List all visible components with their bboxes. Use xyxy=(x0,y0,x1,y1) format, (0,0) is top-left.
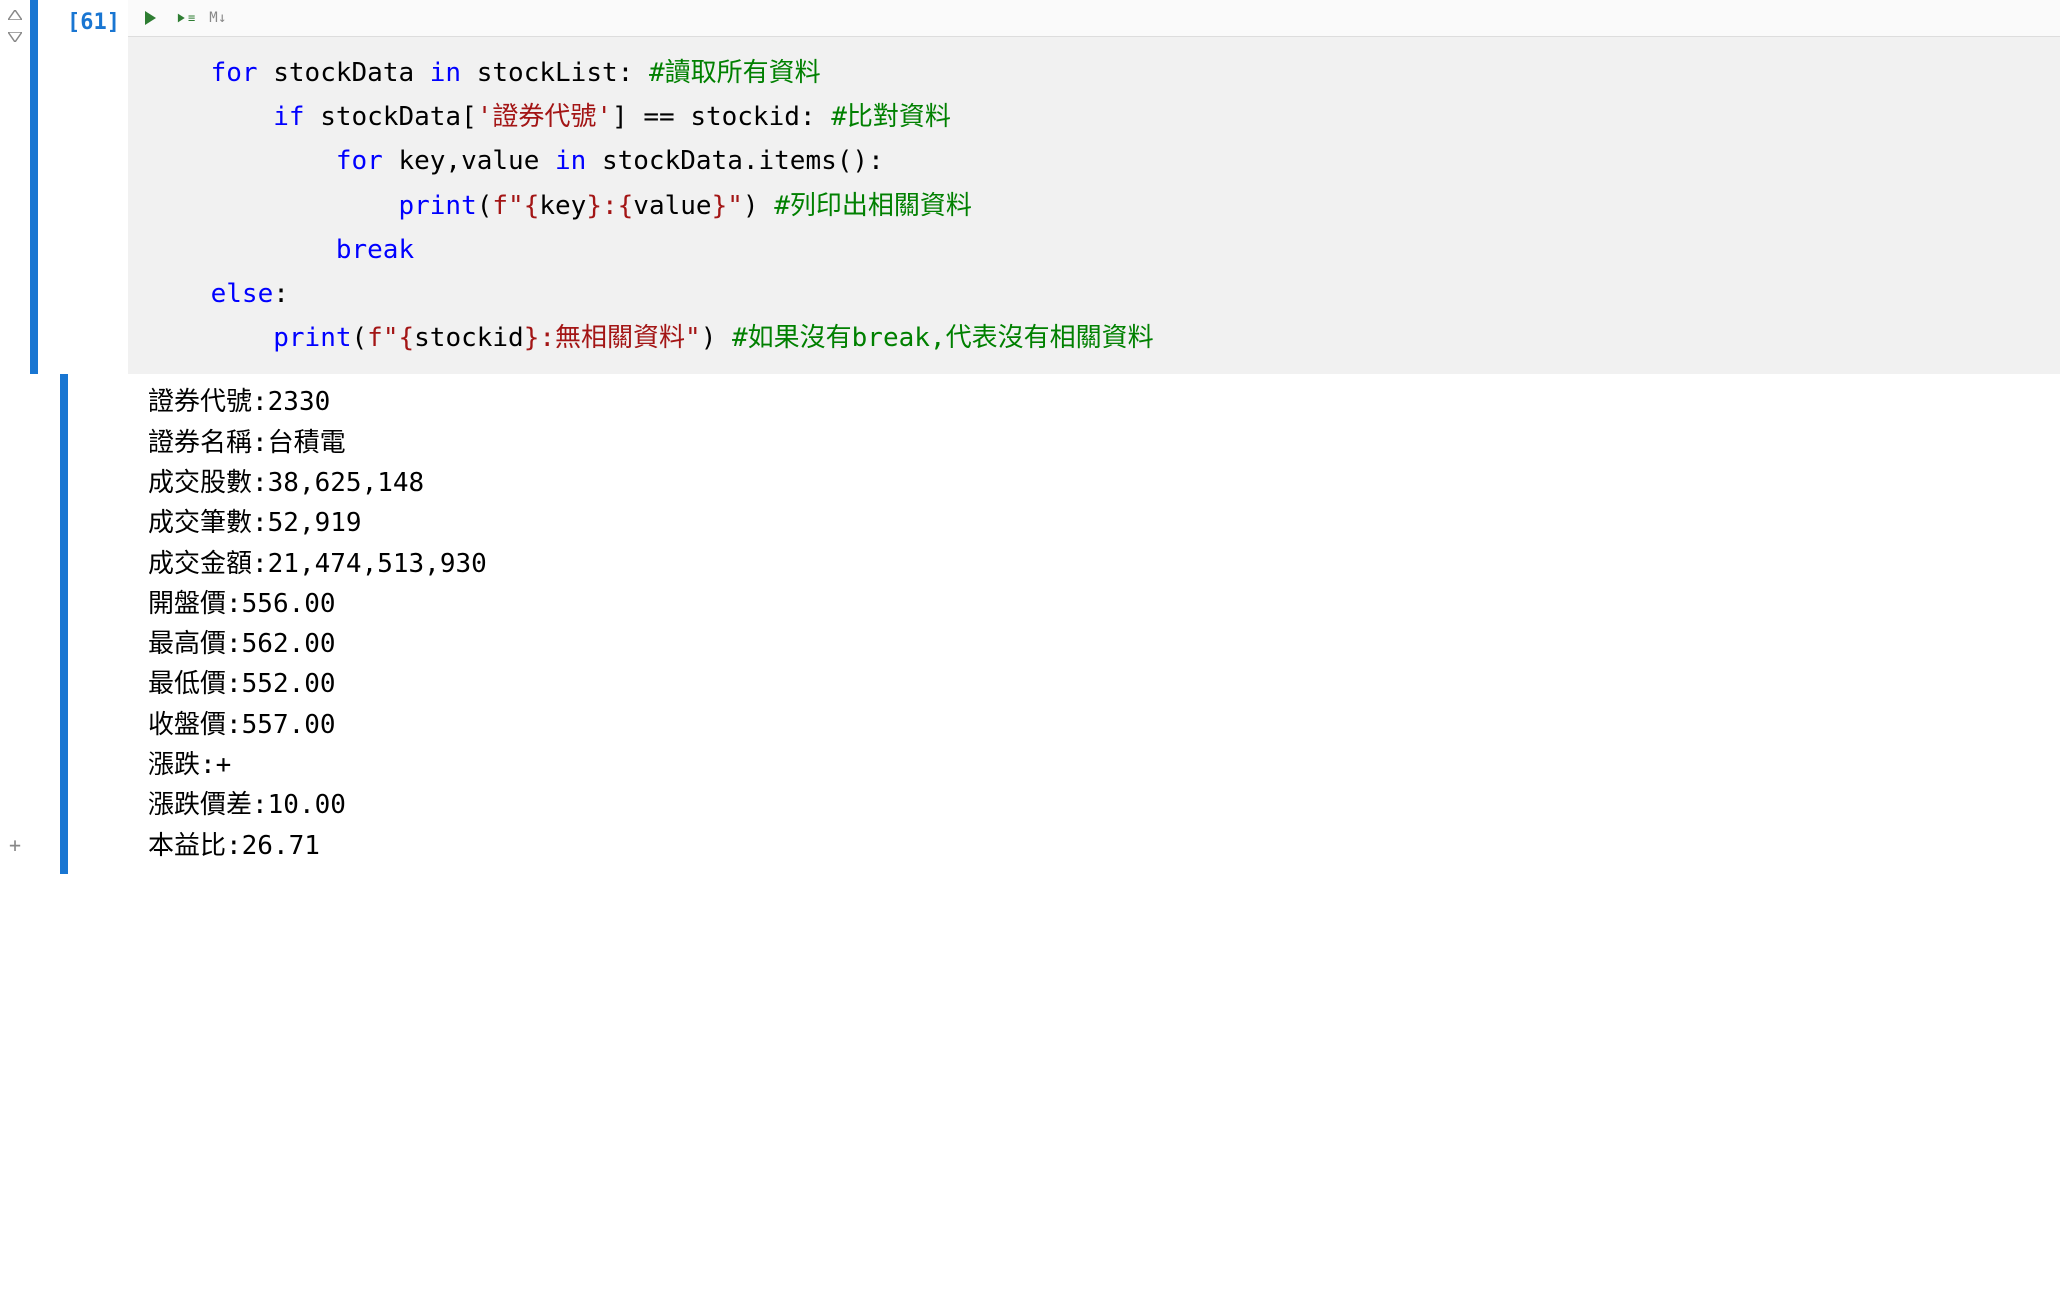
run-line-icon[interactable]: ≡ xyxy=(176,11,195,25)
move-down-icon[interactable] xyxy=(6,28,24,46)
run-cell-icon[interactable] xyxy=(138,6,162,30)
output-line: 成交股數:38,625,148 xyxy=(148,468,424,498)
output-line: 收盤價:557.00 xyxy=(148,710,336,740)
input-body: ≡ M↓ for stockData in stockList: #讀取所有資料… xyxy=(128,0,2060,374)
output-line: 漲跌價差:10.00 xyxy=(148,790,346,820)
run-indicator-bar xyxy=(30,0,38,374)
output-text: 證券代號:2330 證券名稱:台積電 成交股數:38,625,148 成交筆數:… xyxy=(128,374,2060,874)
output-line: 成交筆數:52,919 xyxy=(148,508,362,538)
cell-toolbar: ≡ M↓ xyxy=(128,0,2060,37)
input-cell: [61] ≡ M↓ for stockData in stockList: #讀… xyxy=(30,0,2060,374)
output-indicator-bar xyxy=(60,374,68,874)
notebook-cell: + [61] ≡ M↓ for stockData in stockList: … xyxy=(0,0,2060,874)
output-line: 證券代號:2330 xyxy=(148,387,330,417)
gutter: + xyxy=(0,0,30,874)
output-line: 最高價:562.00 xyxy=(148,629,336,659)
output-line: 成交金額:21,474,513,930 xyxy=(148,549,487,579)
output-prompt-spacer xyxy=(68,374,128,874)
cell-container: [61] ≡ M↓ for stockData in stockList: #讀… xyxy=(30,0,2060,874)
code-editor[interactable]: for stockData in stockList: #讀取所有資料 if s… xyxy=(128,37,2060,374)
move-up-icon[interactable] xyxy=(6,6,24,24)
output-line: 開盤價:556.00 xyxy=(148,589,336,619)
output-cell: 證券代號:2330 證券名稱:台積電 成交股數:38,625,148 成交筆數:… xyxy=(30,374,2060,874)
output-line: 最低價:552.00 xyxy=(148,669,336,699)
output-line: 證券名稱:台積電 xyxy=(148,428,346,458)
output-line: 漲跌:+ xyxy=(148,750,231,780)
markdown-toggle[interactable]: M↓ xyxy=(209,10,227,26)
add-cell-icon[interactable]: + xyxy=(6,836,24,854)
execution-count: [61] xyxy=(38,0,128,374)
output-line: 本益比:26.71 xyxy=(148,831,320,861)
